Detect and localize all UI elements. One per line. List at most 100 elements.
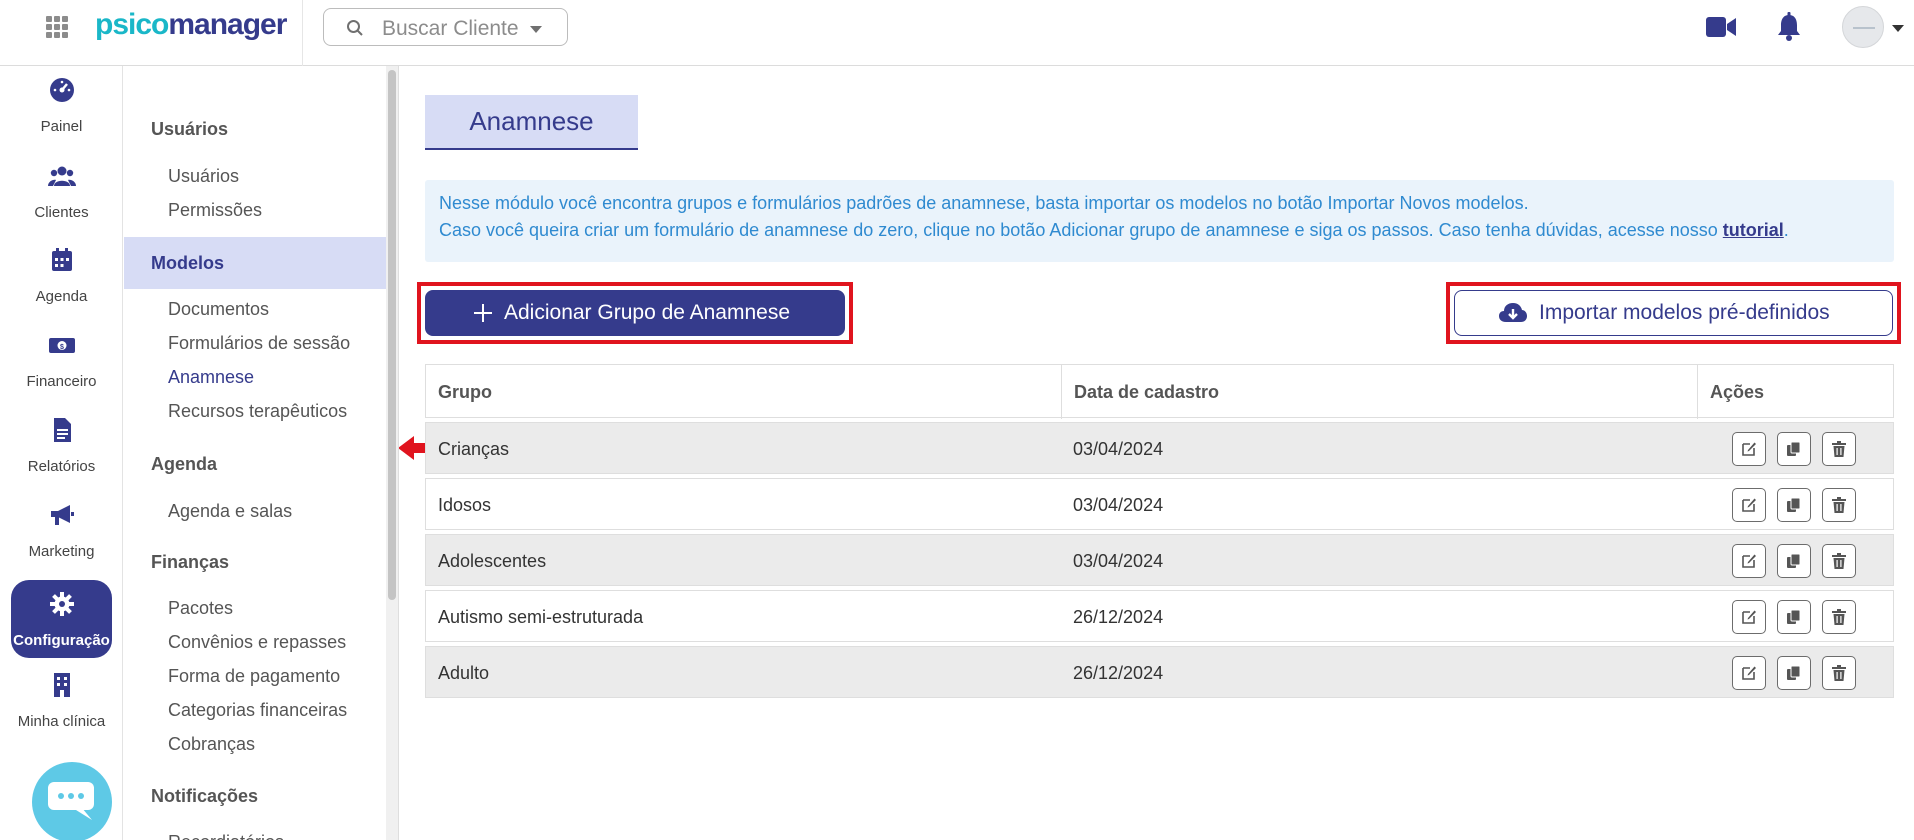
table-row[interactable]: Autismo semi-estruturada 26/12/2024	[425, 590, 1894, 642]
rail-item-marketing[interactable]: Marketing	[11, 491, 112, 569]
calendar-icon	[52, 248, 72, 271]
video-camera-icon[interactable]	[1705, 14, 1737, 40]
table-row[interactable]: Adulto 26/12/2024	[425, 646, 1894, 698]
edit-icon	[1742, 666, 1756, 680]
megaphone-icon	[51, 505, 74, 525]
edit-button[interactable]	[1732, 432, 1766, 466]
settings-item-usuarios[interactable]: Usuários	[168, 166, 239, 187]
bell-icon[interactable]	[1775, 12, 1803, 42]
cell-data: 03/04/2024	[1073, 439, 1164, 459]
search-placeholder: Buscar Cliente	[382, 17, 519, 40]
settings-item-agenda-e-salas[interactable]: Agenda e salas	[168, 501, 292, 522]
copy-button[interactable]	[1777, 432, 1811, 466]
import-button-label: Importar modelos pré-definidos	[1539, 301, 1830, 324]
cell-grupo: Autismo semi-estruturada	[438, 607, 644, 627]
logo-part-psico: psico	[95, 8, 169, 41]
settings-item-cobrancas[interactable]: Cobranças	[168, 734, 255, 755]
chat-bubble-icon	[48, 782, 94, 820]
rail-item-financeiro[interactable]: $ Financeiro	[11, 321, 112, 399]
column-header-acoes: Ações	[1697, 365, 1893, 419]
table-row[interactable]: Idosos 03/04/2024	[425, 478, 1894, 530]
app-logo[interactable]: psicomanager	[95, 8, 287, 42]
copy-icon	[1787, 609, 1801, 624]
settings-navigation: Usuários Usuários Permissões Modelos Doc…	[124, 66, 434, 840]
search-icon	[347, 20, 363, 36]
main-navigation-rail: Painel Clientes Agenda $ Financeiro Rela…	[0, 66, 123, 840]
rail-label: Clientes	[34, 204, 89, 221]
copy-icon	[1787, 665, 1801, 680]
svg-text:$: $	[60, 344, 64, 351]
trash-icon	[1832, 609, 1846, 625]
delete-button[interactable]	[1822, 656, 1856, 690]
user-avatar[interactable]	[1842, 6, 1884, 48]
chat-support-button[interactable]	[32, 762, 112, 840]
copy-button[interactable]	[1777, 600, 1811, 634]
settings-item-lembretes[interactable]: Recordiatórios	[168, 832, 284, 840]
cell-grupo: Adulto	[438, 663, 490, 683]
money-icon: $	[49, 338, 75, 353]
edit-icon	[1742, 554, 1756, 568]
edit-icon	[1742, 442, 1756, 456]
rail-item-minha-clinica[interactable]: Minha clínica	[11, 661, 112, 739]
copy-button[interactable]	[1777, 488, 1811, 522]
cell-grupo: Crianças	[438, 439, 510, 459]
settings-item-permissoes[interactable]: Permissões	[168, 200, 262, 221]
rail-label: Relatórios	[27, 458, 96, 475]
edit-button[interactable]	[1732, 656, 1766, 690]
plus-icon	[471, 301, 495, 325]
copy-icon	[1787, 441, 1801, 456]
rail-label: Financeiro	[26, 373, 97, 390]
copy-button[interactable]	[1777, 544, 1811, 578]
delete-button[interactable]	[1822, 488, 1856, 522]
add-anamnese-group-button[interactable]: Adicionar Grupo de Anamnese	[425, 290, 845, 336]
delete-button[interactable]	[1822, 544, 1856, 578]
settings-item-forma-de-pagamento[interactable]: Forma de pagamento	[168, 666, 340, 687]
settings-item-convenios-e-repasses[interactable]: Convênios e repasses	[168, 632, 346, 653]
edit-button[interactable]	[1732, 488, 1766, 522]
settings-item-documentos[interactable]: Documentos	[168, 299, 269, 320]
apps-grid-icon[interactable]	[46, 16, 68, 38]
settings-item-formularios-de-sessao[interactable]: Formulários de sessão	[168, 333, 350, 354]
chevron-down-icon	[530, 26, 542, 33]
copy-button[interactable]	[1777, 656, 1811, 690]
column-header-grupo[interactable]: Grupo	[426, 365, 1061, 419]
rail-item-painel[interactable]: Painel	[11, 66, 112, 144]
edit-icon	[1742, 498, 1756, 512]
settings-section-usuarios: Usuários	[151, 119, 229, 139]
import-templates-button[interactable]: Importar modelos pré-definidos	[1454, 290, 1893, 336]
trash-icon	[1832, 497, 1846, 513]
delete-button[interactable]	[1822, 432, 1856, 466]
rail-item-relatorios[interactable]: Relatórios	[11, 406, 112, 484]
page-title-tab[interactable]: Anamnese	[425, 95, 638, 150]
main-content: Anamnese Nesse módulo você encontra grup…	[399, 66, 1914, 840]
rail-label: Marketing	[28, 543, 95, 560]
rail-item-clientes[interactable]: Clientes	[11, 152, 112, 230]
rail-item-configuracao[interactable]: Configuração	[11, 580, 112, 658]
settings-scrollbar[interactable]	[386, 66, 398, 840]
column-header-data-de-cadastro[interactable]: Data de cadastro	[1061, 365, 1697, 419]
document-icon	[54, 418, 71, 442]
client-search-dropdown[interactable]: Buscar Cliente	[323, 8, 568, 46]
settings-item-pacotes[interactable]: Pacotes	[168, 598, 233, 619]
rail-item-agenda[interactable]: Agenda	[11, 236, 112, 314]
edit-button[interactable]	[1732, 600, 1766, 634]
copy-icon	[1787, 553, 1801, 568]
delete-button[interactable]	[1822, 600, 1856, 634]
table-row[interactable]: Crianças 03/04/2024	[425, 422, 1894, 474]
table-header: Grupo Data de cadastro Ações	[425, 364, 1894, 419]
table-row[interactable]: Adolescentes 03/04/2024	[425, 534, 1894, 586]
gear-icon	[50, 592, 74, 616]
user-menu-chevron-icon[interactable]	[1892, 25, 1904, 32]
rail-label: Configuração	[13, 632, 110, 649]
tutorial-link[interactable]: tutorial	[1723, 220, 1784, 240]
settings-item-recursos-terapeuticos[interactable]: Recursos terapêuticos	[168, 401, 347, 422]
edit-button[interactable]	[1732, 544, 1766, 578]
add-button-label: Adicionar Grupo de Anamnese	[504, 301, 791, 324]
settings-item-anamnese[interactable]: Anamnese	[168, 367, 254, 388]
trash-icon	[1832, 441, 1846, 457]
rail-label: Agenda	[35, 288, 88, 305]
settings-scrollbar-thumb[interactable]	[388, 70, 396, 600]
cell-grupo: Idosos	[438, 495, 492, 515]
settings-item-categorias-financeiras[interactable]: Categorias financeiras	[168, 700, 347, 721]
trash-icon	[1832, 553, 1846, 569]
